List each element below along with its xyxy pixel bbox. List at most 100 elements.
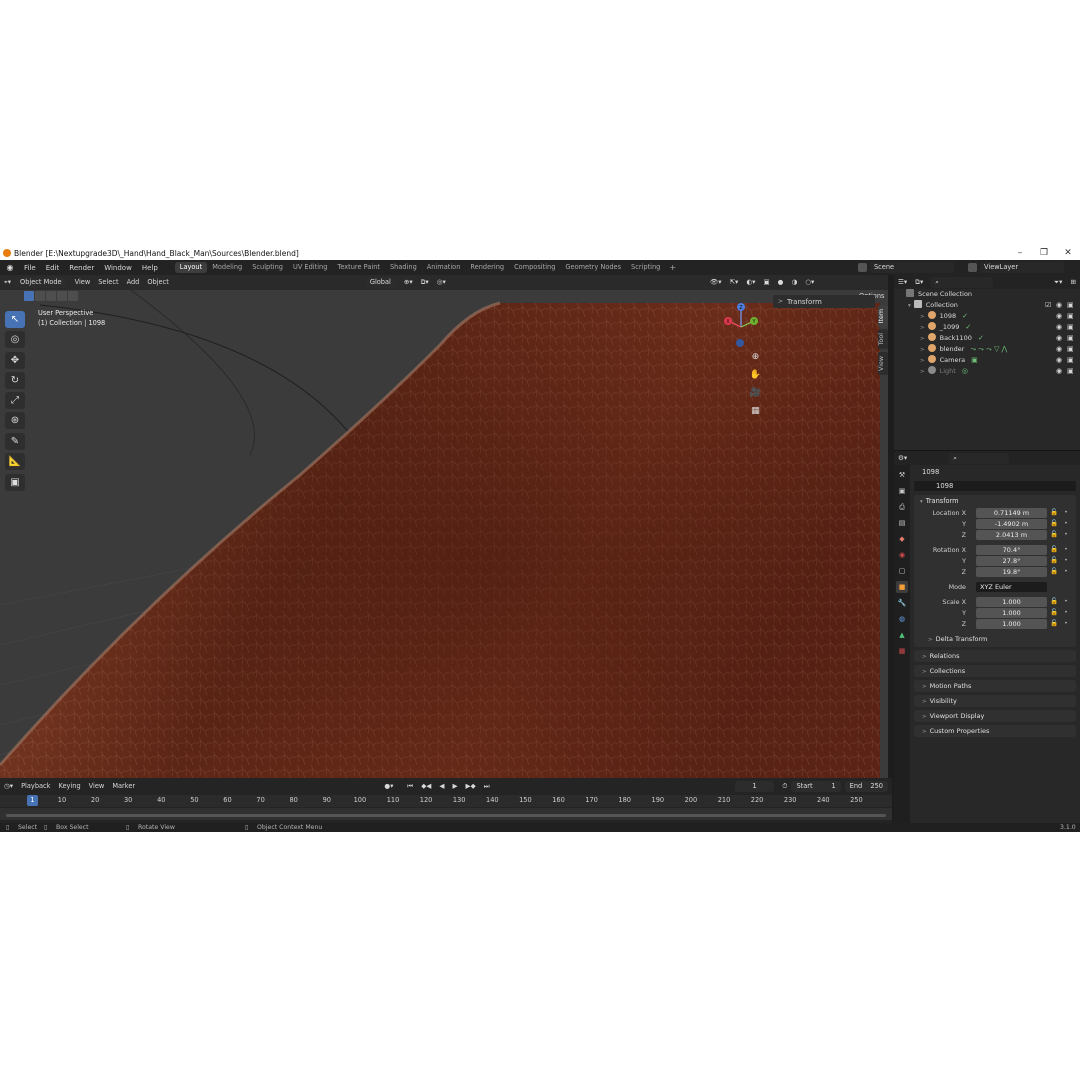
keyframe-dot-icon[interactable]: • [1064, 556, 1068, 564]
outliner-search-input[interactable]: ⌕ [931, 276, 994, 288]
world-tab-icon[interactable]: ◉ [896, 549, 908, 561]
ortho-grid-icon[interactable]: ▦ [748, 404, 763, 419]
scale-y-field[interactable]: 1.000 [976, 608, 1047, 618]
view-layer-tab-icon[interactable]: ▤ [896, 517, 908, 529]
add-workspace-button[interactable]: + [665, 263, 680, 272]
eye-icon[interactable]: ◉ [1056, 300, 1062, 311]
shading-material-icon[interactable]: ◑ [787, 277, 801, 288]
workspace-tab-animation[interactable]: Animation [422, 262, 466, 273]
keyframe-dot-icon[interactable]: • [1064, 545, 1068, 553]
sidebar-tab-item[interactable]: Item [878, 305, 888, 328]
camera-render-icon[interactable]: ▣ [1067, 311, 1074, 322]
properties-search-input[interactable]: ⌕ [949, 452, 1010, 464]
visibility-icon[interactable]: 👁▾ [706, 277, 726, 288]
outliner-item[interactable]: > blender ⤳ ⤳ ⤳ ▽ ⋀ ◉ ▣ [894, 344, 1080, 355]
modifier-icon[interactable]: ✓ [978, 333, 984, 344]
outliner-item[interactable]: > Back1100 ✓ ◉ ▣ [894, 333, 1080, 344]
keyframe-dot-icon[interactable]: • [1064, 508, 1068, 516]
eye-icon[interactable]: ◉ [1056, 366, 1062, 377]
menu-file[interactable]: File [19, 264, 41, 272]
eye-icon[interactable]: ◉ [1056, 311, 1062, 322]
npanel-transform-header[interactable]: > Transform [773, 295, 875, 308]
workspace-tab-scripting[interactable]: Scripting [626, 262, 665, 273]
keyframe-dot-icon[interactable]: • [1064, 519, 1068, 527]
keyframe-dot-icon[interactable]: • [1064, 567, 1068, 575]
end-frame-field[interactable]: End 250 [844, 781, 888, 792]
rotation-x-field[interactable]: 70.4° [976, 545, 1047, 555]
properties-section-visibility[interactable]: > Visibility [914, 695, 1076, 707]
eye-icon[interactable]: ◉ [1056, 355, 1062, 366]
minimize-button[interactable]: – [1008, 248, 1032, 258]
modifier-icon[interactable]: ✓ [965, 322, 971, 333]
sidebar-tab-view[interactable]: View [878, 351, 888, 375]
pan-hand-icon[interactable]: ✋ [748, 368, 763, 383]
timeline-menu-playback[interactable]: Playback [17, 781, 54, 792]
workspace-tab-shading[interactable]: Shading [385, 262, 422, 273]
camera-render-icon[interactable]: ▣ [1067, 344, 1074, 355]
modifier-tab-icon[interactable]: 🔧 [896, 597, 908, 609]
chevron-down-icon[interactable]: ▾ [908, 303, 911, 309]
outliner-item[interactable]: > Camera ▣ ◉ ▣ [894, 355, 1080, 366]
properties-editor-type-icon[interactable]: ⚙▾ [894, 453, 911, 464]
select-box-tool-icon[interactable]: ↖ [5, 311, 25, 328]
sidebar-tab-tool[interactable]: Tool [878, 329, 888, 350]
viewport-menu-add[interactable]: Add [123, 277, 144, 288]
timeline-editor-type-icon[interactable]: ◷▾ [0, 781, 17, 792]
viewport-menu-select[interactable]: Select [94, 277, 122, 288]
scene-name-field[interactable]: Scene [870, 262, 954, 273]
workspace-tab-sculpting[interactable]: Sculpting [247, 262, 288, 273]
workspace-tab-texture-paint[interactable]: Texture Paint [332, 262, 385, 273]
properties-section-viewport-display[interactable]: > Viewport Display [914, 710, 1076, 722]
jump-end-icon[interactable]: ⏭ [480, 781, 494, 792]
chevron-right-icon[interactable]: > [920, 314, 925, 320]
proportional-edit-icon[interactable]: ◎▾ [433, 277, 450, 288]
maximize-button[interactable]: ❐ [1032, 248, 1056, 258]
play-reverse-icon[interactable]: ◀ [435, 781, 448, 792]
scale-x-field[interactable]: 1.000 [976, 597, 1047, 607]
workspace-tab-geometry-nodes[interactable]: Geometry Nodes [560, 262, 626, 273]
camera-render-icon[interactable]: ▣ [1067, 300, 1074, 311]
blender-menu-icon[interactable]: ◉ [4, 263, 16, 273]
select-extend-icon[interactable] [35, 291, 45, 301]
scale-z-field[interactable]: 1.000 [976, 619, 1047, 629]
display-mode-icon[interactable]: ⧉▾ [911, 277, 927, 288]
shading-solid-icon[interactable]: ● [774, 277, 788, 288]
properties-section-relations[interactable]: > Relations [914, 650, 1076, 662]
next-keyframe-icon[interactable]: ▶◆ [462, 781, 480, 792]
collection-checkbox[interactable]: ☑ [1045, 300, 1051, 311]
menu-edit[interactable]: Edit [41, 264, 65, 272]
eye-icon[interactable]: ◉ [1056, 322, 1062, 333]
snap-icon[interactable]: ⧉▾ [417, 277, 433, 288]
scene-selector[interactable]: Scene [858, 262, 966, 273]
material-tab-icon[interactable]: ▦ [896, 645, 908, 657]
outliner-collection[interactable]: ▾ Collection ☑ ◉ ▣ [894, 300, 1080, 311]
rotate-tool-icon[interactable]: ↻ [5, 372, 25, 389]
chevron-right-icon[interactable]: > [920, 325, 925, 331]
outliner-item[interactable]: > Light ◎ ◉ ▣ [894, 366, 1080, 377]
keyframe-dot-icon[interactable]: • [1064, 597, 1068, 605]
physics-tab-icon[interactable]: ◍ [896, 613, 908, 625]
shading-rendered-icon[interactable]: ○▾ [801, 277, 818, 288]
measure-tool-icon[interactable]: 📐 [5, 453, 25, 470]
3d-viewport[interactable]: ⌖▾ Object Mode View Select Add Object Gl… [0, 275, 888, 778]
outliner-item[interactable]: > _1099 ✓ ◉ ▣ [894, 322, 1080, 333]
modifier-icon[interactable]: ◎ [962, 366, 968, 377]
rotation-mode-dropdown[interactable]: XYZ Euler [976, 582, 1047, 592]
camera-view-icon[interactable]: 🎥 [748, 386, 763, 401]
camera-render-icon[interactable]: ▣ [1067, 355, 1074, 366]
lock-icon[interactable]: 🔓 [1050, 508, 1058, 516]
output-tab-icon[interactable]: ⎙ [896, 501, 908, 513]
timer-icon[interactable]: ⏱ [778, 781, 791, 792]
workspace-tab-modeling[interactable]: Modeling [207, 262, 247, 273]
viewport-menu-object[interactable]: Object [143, 277, 172, 288]
eye-icon[interactable]: ◉ [1056, 344, 1062, 355]
object-tab-icon[interactable]: ■ [896, 581, 908, 593]
scene-tab-icon[interactable]: ◆ [896, 533, 908, 545]
lock-icon[interactable]: 🔓 [1050, 567, 1058, 575]
location-x-field[interactable]: 0.71149 m [976, 508, 1047, 518]
current-frame-field[interactable]: 1 [734, 781, 775, 792]
properties-section-collections[interactable]: > Collections [914, 665, 1076, 677]
chevron-right-icon[interactable]: > [920, 336, 925, 342]
lock-icon[interactable]: 🔓 [1050, 597, 1058, 605]
outliner-editor-type-icon[interactable]: ☰▾ [894, 277, 911, 288]
